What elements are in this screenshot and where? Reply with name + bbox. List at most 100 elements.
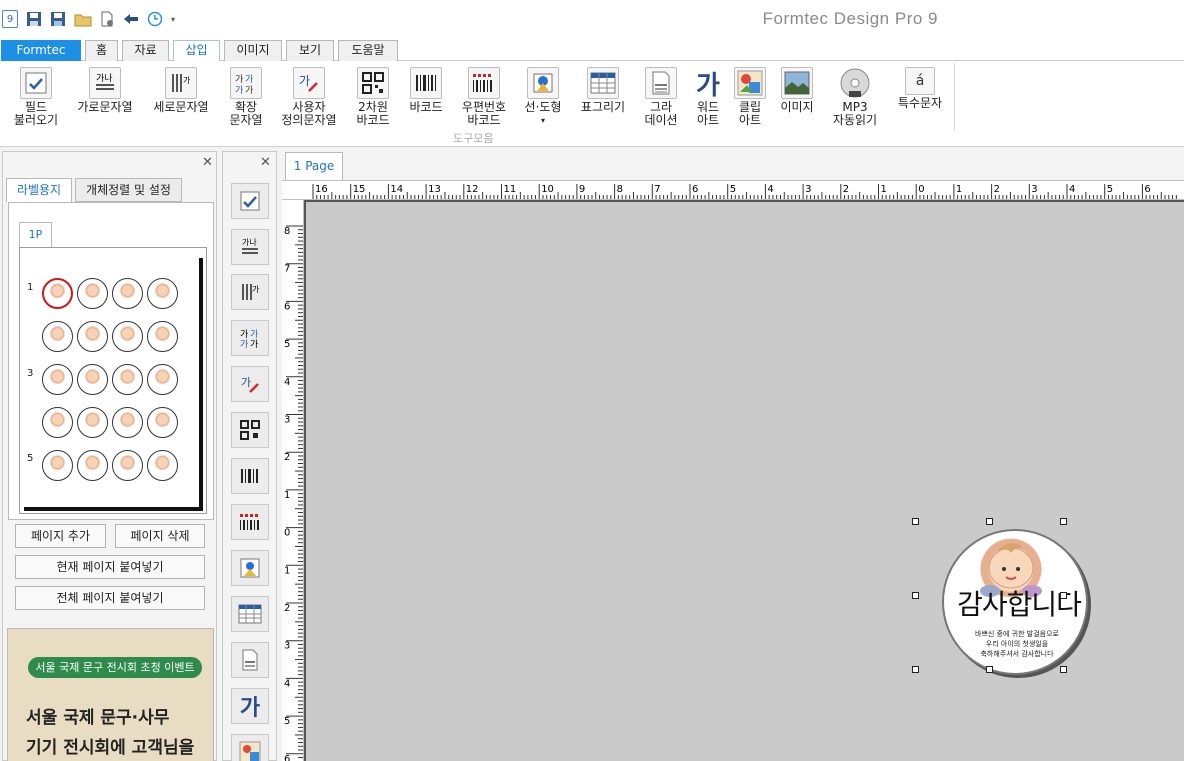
tab-data[interactable]: 자료 <box>122 40 169 61</box>
table-button[interactable]: 표그리기 <box>576 67 630 114</box>
tab-insert[interactable]: 삽입 <box>173 40 220 63</box>
qr-code-tool[interactable] <box>231 412 269 448</box>
svg-text:가: 가 <box>241 376 251 389</box>
extended-text-tool[interactable]: 가가가가 <box>231 320 269 356</box>
ruler-label: 16 <box>315 184 328 195</box>
history-icon[interactable] <box>147 10 163 28</box>
shape-button[interactable]: 선·도형 ▾ <box>521 67 565 127</box>
postal-barcode-tool[interactable] <box>231 504 269 540</box>
horizontal-text-button[interactable]: 가나 가로문자열 <box>74 67 136 114</box>
svg-text:가: 가 <box>235 85 243 95</box>
field-load-tool[interactable] <box>231 183 269 219</box>
mini-label[interactable] <box>77 407 108 438</box>
mini-label[interactable] <box>42 364 73 395</box>
mini-label[interactable] <box>147 321 178 352</box>
ruler-label: 1 <box>881 184 887 195</box>
custom-text-button[interactable]: 가 사용자 정의문자열 <box>276 67 342 127</box>
tab-formtec[interactable]: Formtec <box>1 40 81 61</box>
tab-help[interactable]: 도움말 <box>338 40 398 61</box>
ruler-label: 4 <box>767 184 773 195</box>
tab-view[interactable]: 보기 <box>286 40 334 61</box>
table-tool[interactable] <box>231 596 269 632</box>
resize-handle[interactable] <box>986 666 993 673</box>
mini-label[interactable] <box>77 450 108 481</box>
mini-label[interactable] <box>147 278 178 309</box>
field-load-button[interactable]: 필드 불러오기 <box>8 67 64 127</box>
mini-label[interactable] <box>77 364 108 395</box>
mini-label[interactable] <box>147 407 178 438</box>
resize-handle[interactable] <box>1060 518 1067 525</box>
shape-dropdown-icon[interactable]: ▾ <box>541 114 545 127</box>
save-icon[interactable] <box>26 10 42 28</box>
open-folder-icon[interactable] <box>74 10 92 28</box>
dropdown-arrow-icon[interactable]: ▾ <box>168 10 178 28</box>
paste-current-page-button[interactable]: 현재 페이지 붙여넣기 <box>15 555 205 579</box>
shape-tool[interactable] <box>231 550 269 586</box>
mini-label[interactable] <box>112 407 143 438</box>
new-document-icon[interactable] <box>99 10 115 28</box>
mini-label[interactable] <box>77 321 108 352</box>
clip-art-tool[interactable] <box>231 734 269 761</box>
gradation-button[interactable]: 그라 데이션 <box>640 67 682 127</box>
resize-handle[interactable] <box>912 518 919 525</box>
tab-object-align[interactable]: 개체정렬 및 설정 <box>75 178 182 202</box>
mini-label[interactable] <box>42 278 73 309</box>
mini-label[interactable] <box>112 321 143 352</box>
mini-label[interactable] <box>42 321 73 352</box>
resize-handle[interactable] <box>912 666 919 673</box>
tab-label-paper[interactable]: 라벨용지 <box>6 178 72 203</box>
postal-barcode-button[interactable]: 우편번호 바코드 <box>456 67 512 127</box>
vertical-text-label: 세로문자열 <box>153 100 209 114</box>
horizontal-text-tool[interactable]: 가나 <box>231 229 269 265</box>
horizontal-ruler: 16 15 14 13 12 11 10 9 8 7 6 5 4 3 2 1 0 1 2 3 4 5 6 <box>282 180 1184 200</box>
barcode-tool[interactable] <box>231 458 269 494</box>
word-art-button[interactable]: 가 워드 아트 <box>688 67 728 127</box>
design-workspace[interactable]: 감사합니다 바쁘신 중에 귀한 발걸음으로 우리 아이의 첫생일을 축하해주셔서… <box>304 200 1184 761</box>
mp3-button[interactable]: MP3 자동읽기 <box>828 67 882 127</box>
save-as-icon[interactable] <box>50 10 66 28</box>
resize-handle[interactable] <box>912 592 919 599</box>
mini-label[interactable] <box>112 450 143 481</box>
vertical-text-button[interactable]: 가 세로문자열 <box>150 67 212 114</box>
delete-page-button[interactable]: 페이지 삭제 <box>115 524 205 548</box>
extended-text-button[interactable]: 가가가가 확장 문자열 <box>222 67 270 127</box>
mini-label[interactable] <box>147 364 178 395</box>
clip-art-icon <box>734 67 766 99</box>
app-logo-icon[interactable]: 9 <box>2 10 18 28</box>
resize-handle[interactable] <box>1060 666 1067 673</box>
mini-label[interactable] <box>42 450 73 481</box>
app-window: 9 ▾ Formtec Design Pro 9 Formtec 홈 자료 삽입… <box>0 0 1184 761</box>
close-icon[interactable]: ✕ <box>260 155 271 170</box>
tab-image[interactable]: 이미지 <box>224 40 282 61</box>
mini-label[interactable] <box>42 407 73 438</box>
mini-label[interactable] <box>77 278 108 309</box>
mini-label[interactable] <box>147 450 178 481</box>
mp3-icon <box>839 67 871 99</box>
qr-code-button[interactable]: 2차원 바코드 <box>352 67 394 127</box>
paste-all-pages-button[interactable]: 전체 페이지 붙여넣기 <box>15 586 205 610</box>
custom-text-tool[interactable]: 가 <box>231 366 269 402</box>
clip-art-button[interactable]: 클립 아트 <box>730 67 770 127</box>
page-tab[interactable]: 1 Page <box>285 152 343 180</box>
back-arrow-icon[interactable] <box>122 10 140 28</box>
promo-banner[interactable]: 서울 국제 문구 전시회 초청 이벤트 서울 국제 문구·사무 기기 전시회에 … <box>7 628 214 761</box>
vertical-text-tool[interactable]: 가 <box>231 274 269 310</box>
add-page-button[interactable]: 페이지 추가 <box>15 524 106 548</box>
custom-text-label: 사용자 정의문자열 <box>281 100 337 127</box>
gradation-tool[interactable] <box>231 642 269 678</box>
mini-label[interactable] <box>112 364 143 395</box>
page-tab-1p[interactable]: 1P <box>19 222 52 247</box>
resize-handle[interactable] <box>986 518 993 525</box>
special-char-button[interactable]: á 특수문자 <box>893 67 947 110</box>
label-object[interactable]: 감사합니다 바쁘신 중에 귀한 발걸음으로 우리 아이의 첫생일을 축하해주셔서… <box>942 529 1088 675</box>
tab-home[interactable]: 홈 <box>85 40 118 61</box>
mini-label[interactable] <box>112 278 143 309</box>
resize-handle[interactable] <box>1060 592 1067 599</box>
ribbon-separator <box>954 63 955 131</box>
label-sheet-preview[interactable]: 1 3 5 <box>19 247 207 514</box>
word-art-tool[interactable]: 가 <box>231 688 269 724</box>
close-icon[interactable]: ✕ <box>202 155 213 170</box>
gradation-icon <box>645 67 677 99</box>
image-button[interactable]: 이미지 <box>776 67 818 114</box>
barcode-button[interactable]: 바코드 <box>405 67 447 114</box>
